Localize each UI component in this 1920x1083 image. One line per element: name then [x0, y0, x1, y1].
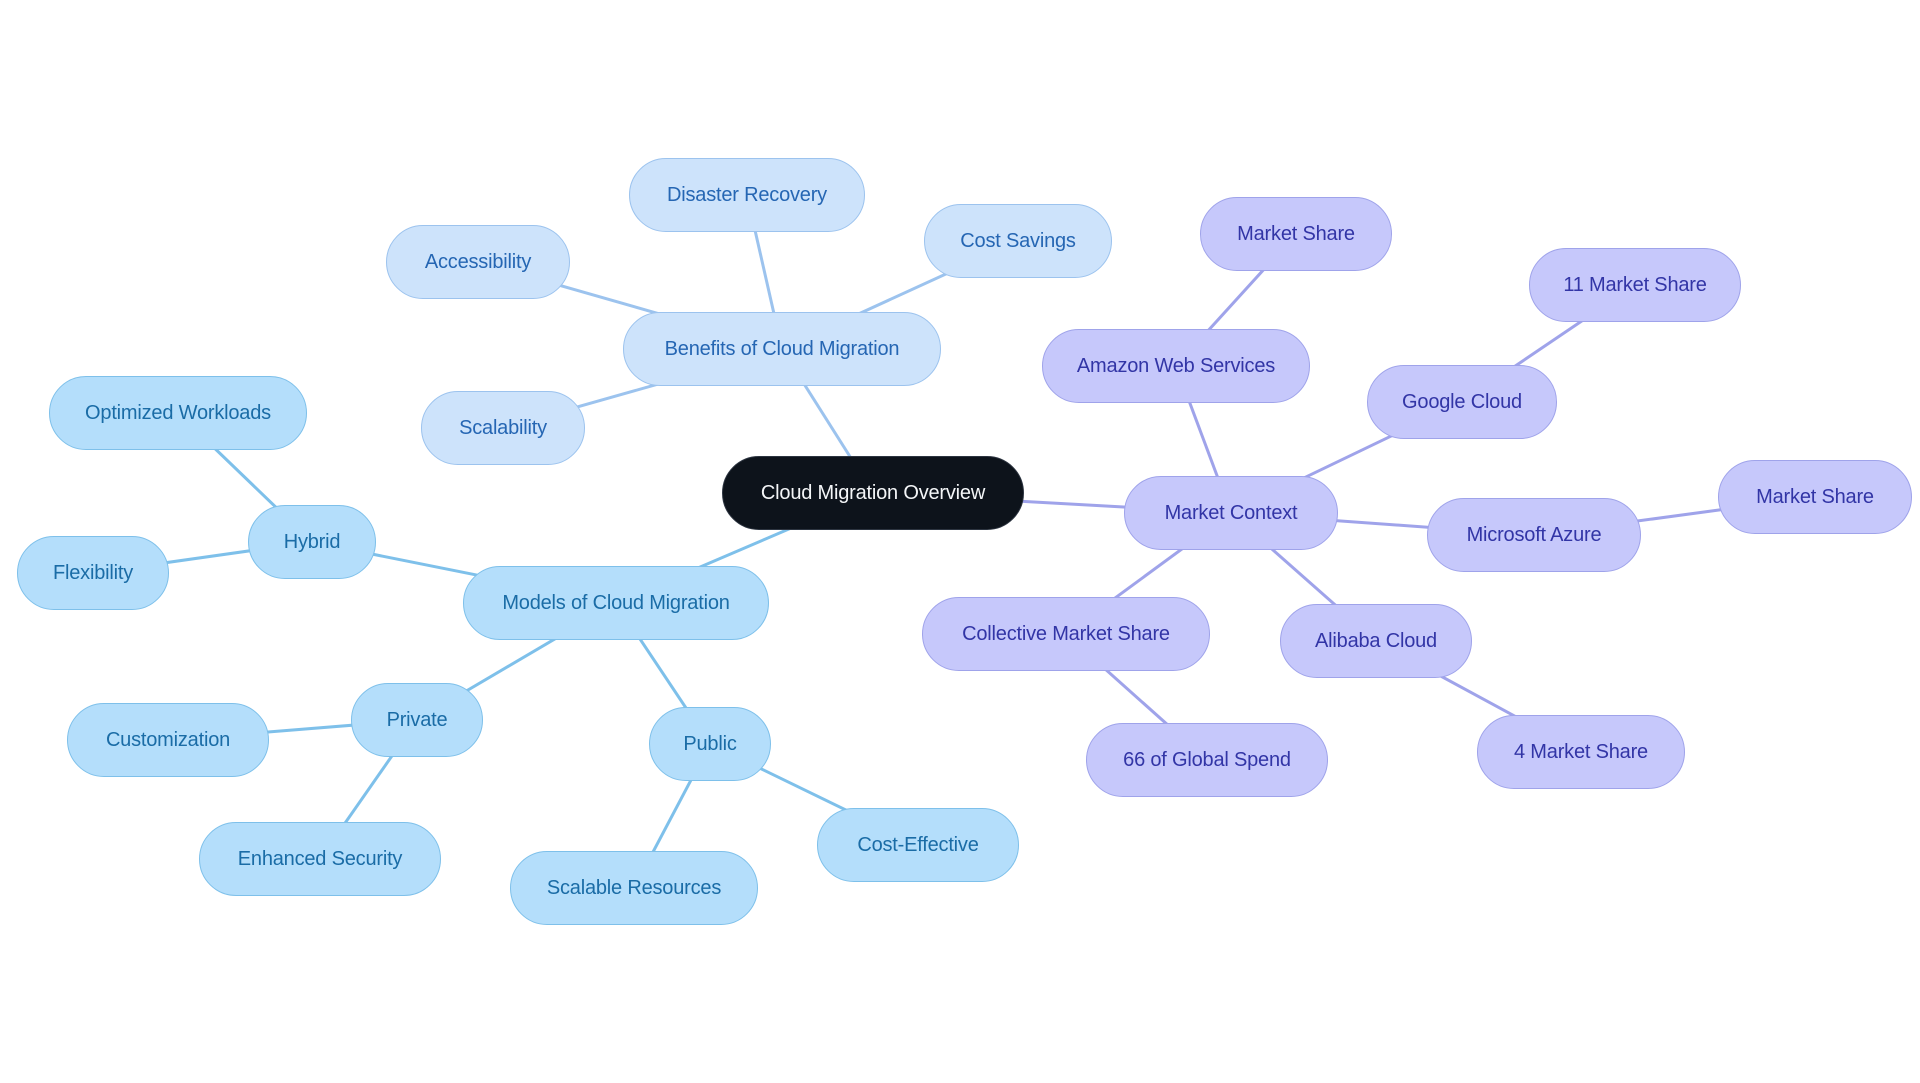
node-public[interactable]: Public [649, 707, 771, 781]
node-flexibility[interactable]: Flexibility [17, 536, 169, 610]
node-models[interactable]: Models of Cloud Migration [463, 566, 769, 640]
node-label: 66 of Global Spend [1123, 748, 1291, 771]
node-label: Flexibility [52, 561, 134, 584]
node-label: Accessibility [424, 250, 532, 273]
node-azure-share[interactable]: Market Share [1718, 460, 1912, 534]
node-label: Customization [105, 728, 231, 751]
node-hybrid[interactable]: Hybrid [248, 505, 376, 579]
node-label: Benefits of Cloud Migration [664, 337, 900, 360]
node-aws[interactable]: Amazon Web Services [1042, 329, 1310, 403]
node-label: Amazon Web Services [1076, 354, 1276, 377]
node-label: Scalability [459, 416, 547, 439]
node-scalable-resources[interactable]: Scalable Resources [510, 851, 758, 925]
node-label: Alibaba Cloud [1315, 629, 1437, 652]
node-label: Cost Savings [960, 229, 1076, 252]
node-label: Cost-Effective [857, 833, 979, 856]
node-label: Optimized Workloads [85, 401, 271, 424]
node-root[interactable]: Cloud Migration Overview [722, 456, 1024, 530]
node-benefits[interactable]: Benefits of Cloud Migration [623, 312, 941, 386]
node-label: Disaster Recovery [667, 183, 827, 206]
node-customization[interactable]: Customization [67, 703, 269, 777]
node-cost-savings[interactable]: Cost Savings [924, 204, 1112, 278]
node-label: Private [386, 708, 448, 731]
node-azure[interactable]: Microsoft Azure [1427, 498, 1641, 572]
node-collective[interactable]: Collective Market Share [922, 597, 1210, 671]
node-global-spend[interactable]: 66 of Global Spend [1086, 723, 1328, 797]
node-label: Collective Market Share [962, 622, 1170, 645]
node-alibaba[interactable]: Alibaba Cloud [1280, 604, 1472, 678]
node-label: Hybrid [283, 530, 341, 553]
node-label: Enhanced Security [237, 847, 403, 870]
node-accessibility[interactable]: Accessibility [386, 225, 570, 299]
node-label: Market Share [1756, 485, 1874, 508]
node-scalability[interactable]: Scalability [421, 391, 585, 465]
node-enhanced-security[interactable]: Enhanced Security [199, 822, 441, 896]
node-private[interactable]: Private [351, 683, 483, 757]
node-alibaba-share[interactable]: 4 Market Share [1477, 715, 1685, 789]
node-label: 11 Market Share [1563, 273, 1707, 296]
node-market-context[interactable]: Market Context [1124, 476, 1338, 550]
node-label: Scalable Resources [546, 876, 722, 899]
node-google-share[interactable]: 11 Market Share [1529, 248, 1741, 322]
node-label: Public [683, 732, 737, 755]
node-disaster[interactable]: Disaster Recovery [629, 158, 865, 232]
mindmap-canvas: Cloud Migration Overview Benefits of Clou… [0, 0, 1920, 1083]
node-google[interactable]: Google Cloud [1367, 365, 1557, 439]
node-optimized[interactable]: Optimized Workloads [49, 376, 307, 450]
node-label: Models of Cloud Migration [502, 591, 730, 614]
node-label: Cloud Migration Overview [760, 481, 986, 504]
node-label: Google Cloud [1402, 390, 1522, 413]
node-label: 4 Market Share [1514, 740, 1648, 763]
node-label: Market Share [1237, 222, 1355, 245]
node-label: Microsoft Azure [1466, 523, 1602, 546]
node-label: Market Context [1164, 501, 1298, 524]
node-cost-effective[interactable]: Cost-Effective [817, 808, 1019, 882]
node-aws-share[interactable]: Market Share [1200, 197, 1392, 271]
